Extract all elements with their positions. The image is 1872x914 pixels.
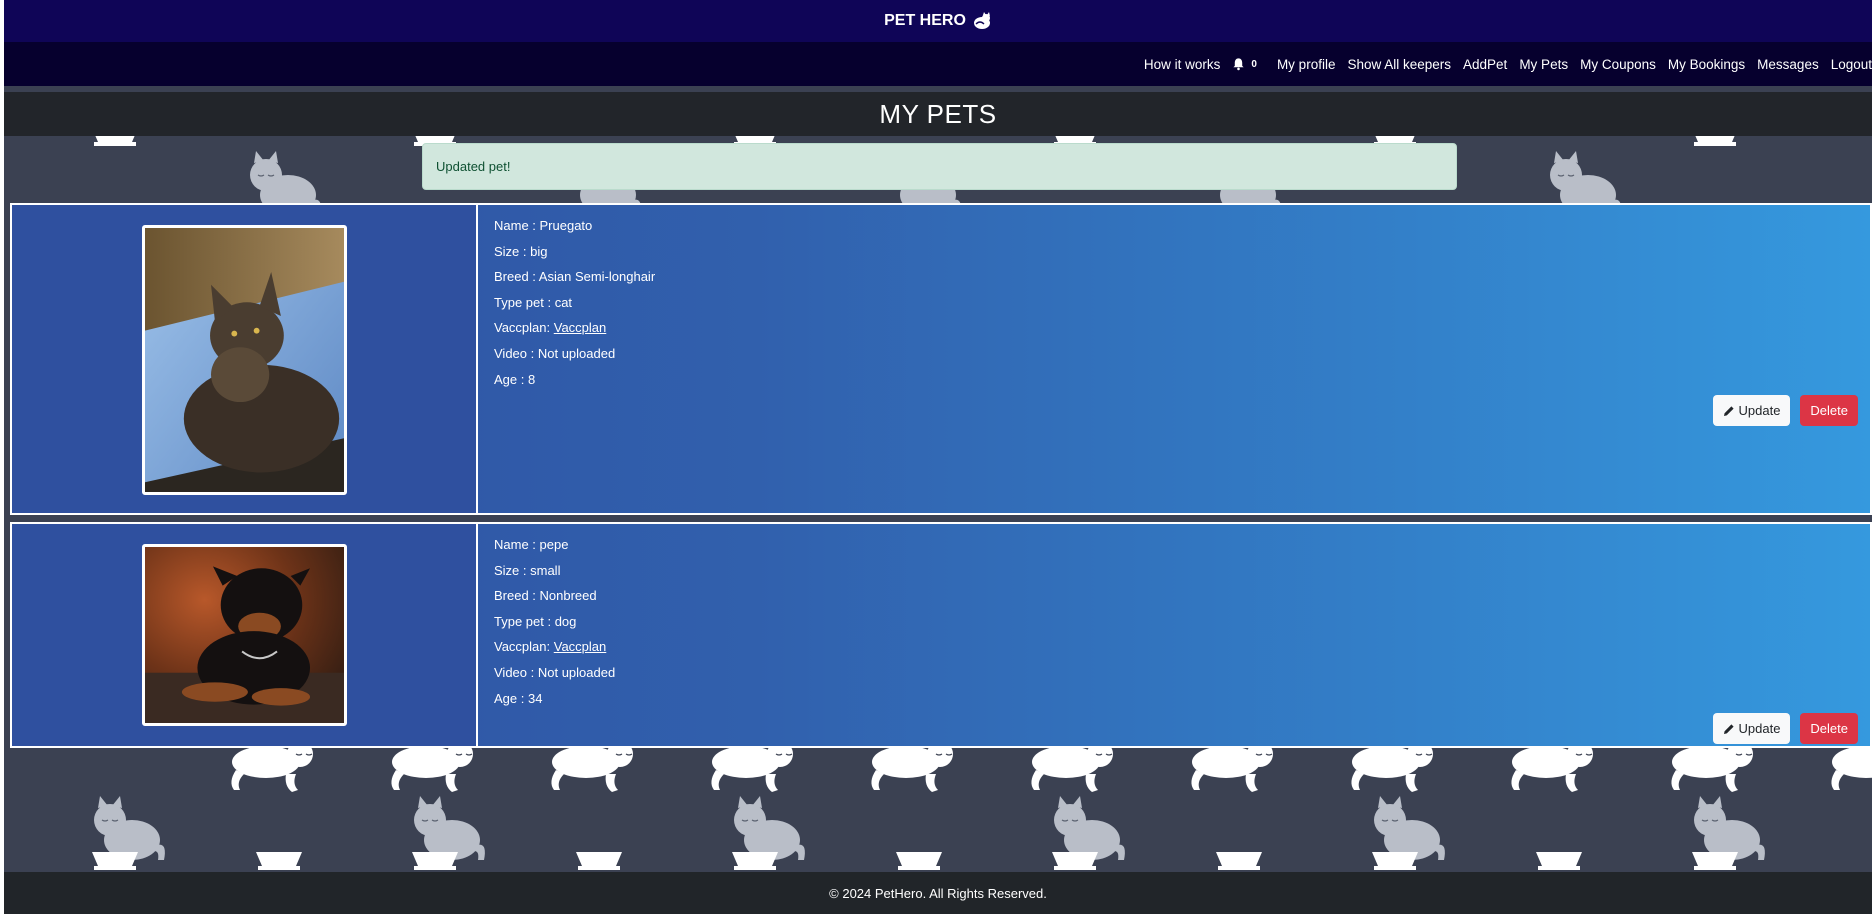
pet-type: Type pet : cat [494, 294, 573, 310]
pet-name: Name : Pruegato [494, 218, 593, 233]
nav-how-it-works[interactable]: How it works [1144, 57, 1221, 72]
pencil-icon [1723, 723, 1734, 734]
pet-photo-column [12, 205, 478, 513]
pet-name: Name : pepe [494, 537, 569, 552]
update-button[interactable]: Update [1712, 713, 1791, 744]
main-navbar: How it works 0 My profile Show All keepe… [4, 42, 1872, 86]
nav-show-all-keepers[interactable]: Show All keepers [1347, 57, 1451, 72]
delete-button[interactable]: Delete [1800, 713, 1858, 744]
pet-video: Video : Not uploaded [494, 345, 616, 361]
vaccplan-label: Vaccplan: [494, 320, 554, 336]
pet-card: Name : Pruegato Size : big Breed : Asian… [10, 203, 1872, 515]
update-label: Update [1738, 721, 1781, 736]
nav-notifications[interactable]: 0 [1232, 57, 1257, 71]
pet-video: Video : Not uploaded [494, 664, 616, 680]
pet-actions: Update Delete [1712, 713, 1858, 744]
pet-breed: Breed : Asian Semi-longhair [494, 269, 656, 285]
pet-actions: Update Delete [1712, 395, 1858, 426]
pencil-icon [1723, 405, 1734, 416]
nav-my-profile[interactable]: My profile [1277, 57, 1336, 72]
pet-info: Name : Pruegato Size : big Breed : Asian… [478, 205, 1870, 513]
pet-vaccplan: Vaccplan: Vaccplan [494, 315, 1870, 341]
dog-photo-image [144, 547, 344, 723]
pet-size: Size : small [494, 562, 561, 578]
update-button[interactable]: Update [1712, 395, 1791, 426]
vaccplan-link[interactable]: Vaccplan [554, 320, 607, 335]
pet-age: Age : 8 [494, 371, 536, 387]
nav-add-pet[interactable]: AddPet [1463, 57, 1507, 72]
pet-age: Age : 34 [494, 690, 543, 706]
page-footer: © 2024 PetHero. All Rights Reserved. [4, 872, 1872, 914]
success-alert: Updated pet! [422, 143, 1457, 190]
cat-logo-icon [973, 12, 990, 29]
nav-my-coupons[interactable]: My Coupons [1580, 57, 1656, 72]
brand-logo[interactable]: PET HERO [884, 12, 992, 30]
cat-photo-image [144, 228, 344, 492]
notification-count: 0 [1251, 58, 1257, 70]
pet-photo-cat [141, 225, 347, 495]
page-title-bar: MY PETS [4, 92, 1872, 136]
pet-photo-column [12, 524, 478, 746]
pet-type: Type pet : dog [494, 613, 577, 629]
nav-my-pets[interactable]: My Pets [1519, 57, 1568, 72]
delete-button[interactable]: Delete [1800, 395, 1858, 426]
nav-messages[interactable]: Messages [1757, 57, 1819, 72]
update-label: Update [1738, 403, 1781, 418]
vaccplan-link[interactable]: Vaccplan [554, 639, 607, 654]
pattern-row-2 [92, 733, 1872, 870]
top-brand-bar: PET HERO [4, 0, 1872, 42]
pet-size: Size : big [494, 243, 548, 259]
page-title: MY PETS [879, 98, 997, 129]
pet-photo-dog [141, 544, 347, 726]
window-edge [0, 0, 4, 914]
pet-info: Name : pepe Size : small Breed : Nonbree… [478, 524, 1870, 746]
pet-vaccplan: Vaccplan: Vaccplan [494, 634, 1870, 660]
bell-icon [1233, 58, 1244, 71]
pet-breed: Breed : Nonbreed [494, 588, 597, 604]
pet-card: Name : pepe Size : small Breed : Nonbree… [10, 522, 1872, 748]
nav-logout[interactable]: Logout [1831, 57, 1872, 72]
vaccplan-label: Vaccplan: [494, 639, 554, 655]
brand-name: PET HERO [884, 12, 966, 29]
nav-my-bookings[interactable]: My Bookings [1668, 57, 1745, 72]
